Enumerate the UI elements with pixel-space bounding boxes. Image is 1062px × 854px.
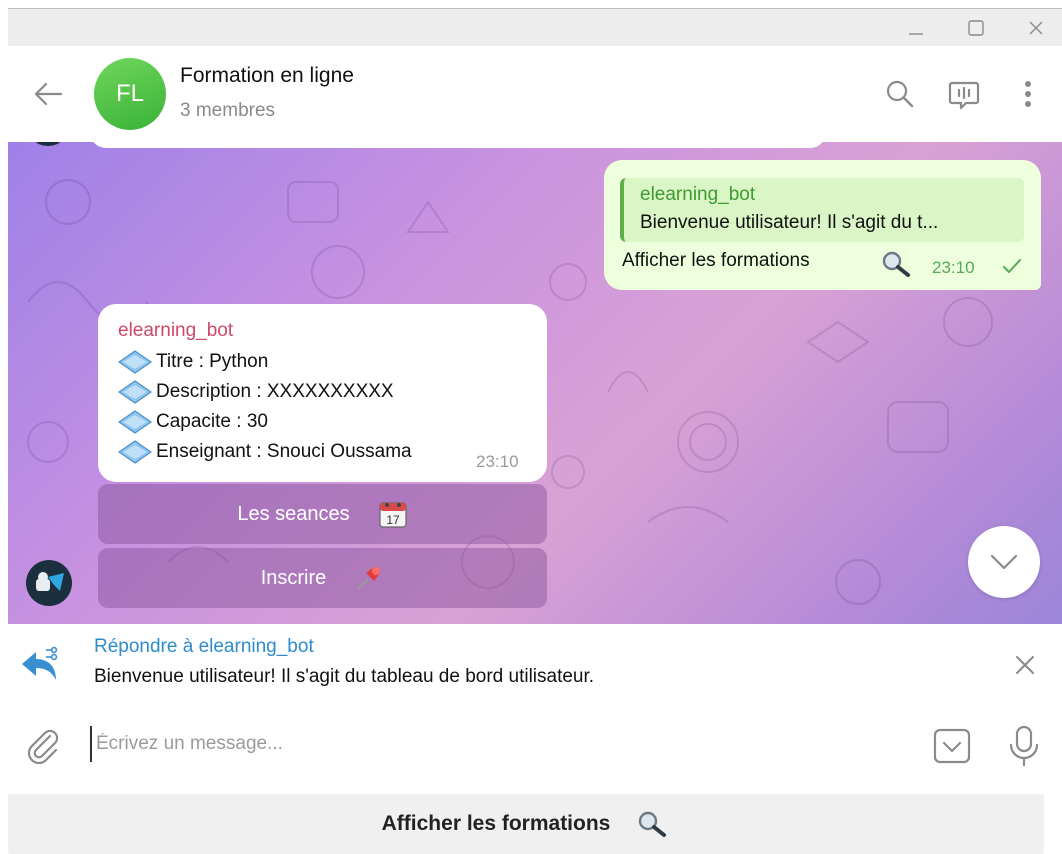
inscrire-button[interactable]: Inscrire — [98, 548, 547, 608]
reply-arrow-icon — [18, 642, 62, 686]
line-text: Enseignant : Snouci Oussama — [156, 441, 412, 462]
calendar-icon: 17 — [379, 502, 407, 528]
message-line: Description : XXXXXXXXXX — [118, 380, 394, 404]
message-time: 23:10 — [476, 452, 519, 471]
scroll-down-button[interactable] — [968, 526, 1040, 598]
message-composer — [8, 700, 1062, 790]
button-label: Inscrire — [260, 566, 327, 589]
magnifier-icon — [880, 250, 914, 283]
diamond-icon — [118, 350, 152, 374]
quote-sender: elearning_bot — [640, 184, 756, 205]
voice-chat-icon[interactable] — [944, 74, 984, 114]
member-count: 3 membres — [180, 100, 276, 121]
attach-icon[interactable] — [22, 724, 62, 765]
more-vert-icon[interactable] — [1008, 74, 1048, 114]
line-text: Titre : Python — [156, 351, 269, 372]
reply-quote[interactable]: elearning_bot Bienvenue utilisateur! Il … — [620, 178, 1024, 242]
chevron-down-icon — [990, 554, 1018, 570]
message-text: Afficher les formations — [622, 250, 810, 271]
chat-header: FL Formation en ligne 3 membres — [8, 46, 1062, 142]
sender-name[interactable]: elearning_bot — [118, 320, 233, 342]
microphone-icon[interactable] — [1006, 724, 1042, 768]
message-line: Titre : Python — [118, 350, 268, 374]
close-icon[interactable] — [1011, 9, 1061, 47]
close-reply-icon[interactable] — [1010, 650, 1040, 680]
diamond-icon — [118, 380, 152, 404]
chat-title[interactable]: Formation en ligne — [180, 64, 354, 88]
les-seances-button[interactable]: Les seances 17 — [98, 484, 547, 544]
reply-preview: Répondre à elearning_bot Bienvenue utili… — [8, 624, 1062, 700]
message-input[interactable] — [90, 726, 910, 762]
minimize-icon[interactable] — [891, 9, 941, 47]
magnifier-icon — [639, 811, 667, 837]
reply-title[interactable]: Répondre à elearning_bot — [94, 636, 314, 658]
search-icon[interactable] — [880, 74, 920, 114]
quote-text: Bienvenue utilisateur! Il s'agit du t... — [640, 212, 939, 233]
previous-message-bubble — [90, 142, 826, 148]
message-line: Enseignant : Snouci Oussama — [118, 440, 412, 464]
svg-text:17: 17 — [386, 513, 400, 527]
avatar-initials: FL — [115, 80, 144, 107]
message-line: Capacite : 30 — [118, 410, 268, 434]
back-arrow-icon[interactable] — [30, 76, 66, 112]
button-label: Les seances — [237, 502, 350, 525]
afficher-formations-button[interactable]: Afficher les formations — [8, 794, 1044, 854]
outgoing-message[interactable]: elearning_bot Bienvenue utilisateur! Il … — [604, 160, 1041, 290]
bot-avatar[interactable] — [26, 560, 72, 606]
reply-text: Bienvenue utilisateur! Il s'agit du tabl… — [94, 666, 595, 687]
pushpin-icon — [357, 567, 381, 590]
maximize-icon[interactable] — [951, 9, 1001, 47]
diamond-icon — [118, 440, 152, 464]
button-label: Afficher les formations — [381, 812, 611, 835]
check-icon — [1002, 258, 1022, 279]
bot-keyboard-toggle-icon[interactable] — [932, 726, 972, 766]
window-titlebar — [8, 8, 1062, 46]
chat-avatar[interactable]: FL — [94, 58, 166, 130]
incoming-message[interactable]: elearning_bot Titre : Python Description… — [98, 304, 547, 482]
line-text: Capacite : 30 — [156, 411, 268, 432]
line-text: Description : XXXXXXXXXX — [156, 381, 394, 402]
message-time: 23:10 — [932, 258, 975, 277]
chat-area[interactable]: elearning_bot Bienvenue utilisateur! Il … — [8, 142, 1062, 624]
diamond-icon — [118, 410, 152, 434]
